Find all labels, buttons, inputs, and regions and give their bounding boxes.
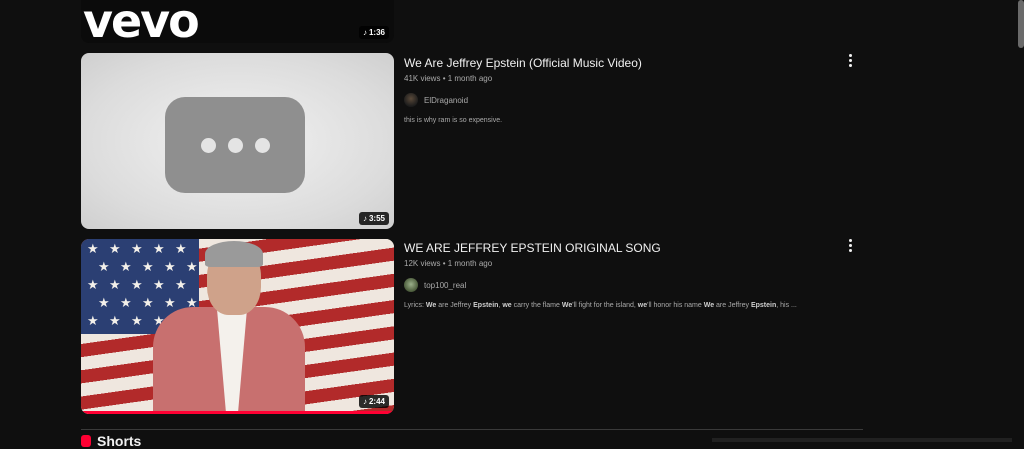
video-thumbnail-flag[interactable]: ★★★★★★★★★★★★★★★★★★★★★★★★★ ♪ 2:44 — [81, 239, 394, 414]
view-count: 41K views — [404, 74, 441, 83]
shorts-icon — [81, 435, 91, 447]
video-thumbnail-vevo[interactable]: vevo ♪ 1:36 — [81, 0, 394, 43]
duration-badge: ♪ 1:36 — [358, 26, 389, 39]
shorts-title: Shorts — [97, 433, 142, 449]
section-divider — [81, 429, 863, 430]
music-note-icon: ♪ — [362, 27, 367, 37]
upload-age: 1 month ago — [447, 74, 493, 83]
music-note-icon: ♪ — [362, 396, 367, 406]
stats-separator: • — [440, 74, 448, 83]
channel-row[interactable]: ElDraganoid — [404, 93, 844, 107]
vevo-logo: vevo — [83, 0, 200, 43]
scrollbar-thumb[interactable] — [1018, 0, 1024, 48]
duration-text: 1:36 — [368, 28, 385, 37]
bottom-panel — [712, 438, 1012, 442]
more-vert-icon[interactable] — [845, 53, 855, 67]
more-vert-icon[interactable] — [845, 238, 855, 252]
channel-avatar[interactable] — [404, 93, 418, 107]
music-note-icon: ♪ — [362, 213, 367, 223]
stats-separator: • — [440, 259, 448, 268]
duration-text: 3:55 — [368, 214, 385, 223]
video-meta: WE ARE JEFFREY EPSTEIN ORIGINAL SONG 12K… — [404, 241, 844, 309]
video-meta: We Are Jeffrey Epstein (Official Music V… — [404, 56, 844, 124]
placeholder-icon — [165, 97, 305, 193]
video-stats: 41K views • 1 month ago — [404, 74, 844, 83]
duration-badge: ♪ 2:44 — [358, 395, 389, 408]
watch-progress-bar — [81, 411, 394, 414]
channel-row[interactable]: top100_real — [404, 278, 844, 292]
video-stats: 12K views • 1 month ago — [404, 259, 844, 268]
duration-badge: ♪ 3:55 — [358, 212, 389, 225]
channel-avatar[interactable] — [404, 278, 418, 292]
view-count: 12K views — [404, 259, 441, 268]
video-title[interactable]: WE ARE JEFFREY EPSTEIN ORIGINAL SONG — [404, 241, 844, 255]
search-results-page: vevo ♪ 1:36 ♪ 3:55 We Are Jeffrey Epstei… — [0, 0, 1024, 448]
video-title[interactable]: We Are Jeffrey Epstein (Official Music V… — [404, 56, 844, 70]
scrollbar[interactable] — [1018, 0, 1024, 442]
channel-name[interactable]: ElDraganoid — [424, 96, 468, 105]
video-description: this is why ram is so expensive. — [404, 117, 503, 124]
video-thumbnail-placeholder[interactable]: ♪ 3:55 — [81, 53, 394, 229]
duration-text: 2:44 — [368, 397, 385, 406]
upload-age: 1 month ago — [447, 259, 493, 268]
shorts-header: Shorts — [81, 433, 142, 449]
video-description: Lyrics: We are Jeffrey Epstein, we carry… — [404, 302, 797, 309]
channel-name[interactable]: top100_real — [424, 281, 466, 290]
